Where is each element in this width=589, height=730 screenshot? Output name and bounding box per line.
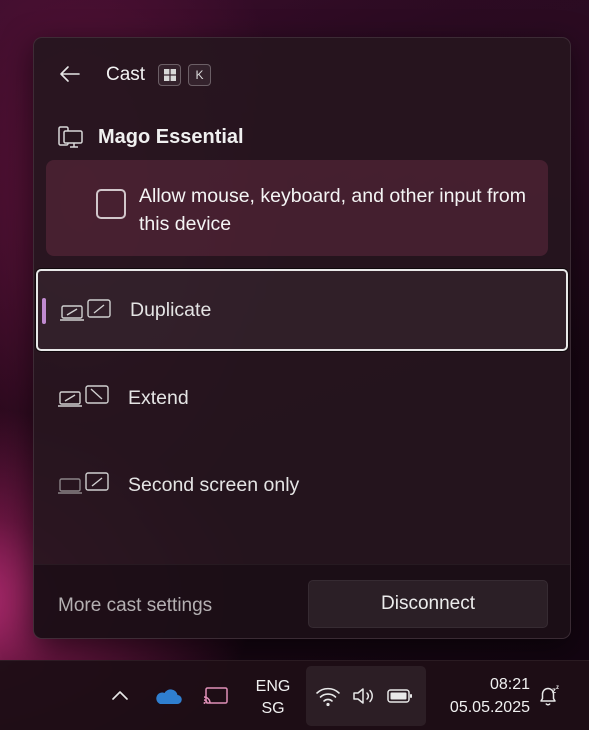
- disconnect-button[interactable]: Disconnect: [308, 580, 548, 628]
- taskbar: ENG SG 08:21 05.05.2025 z z: [0, 660, 589, 730]
- windows-key-badge: [158, 64, 181, 86]
- onedrive-tray-button[interactable]: [152, 682, 184, 710]
- device-row: Mago Essential: [58, 122, 244, 152]
- back-arrow-icon: [60, 66, 80, 82]
- keyboard-region: SG: [261, 700, 285, 717]
- extend-display-icon: [58, 385, 109, 407]
- mode-label: Second screen only: [128, 473, 300, 496]
- show-hidden-icons-button[interactable]: [106, 681, 134, 709]
- flyout-footer: More cast settings Disconnect: [34, 564, 570, 638]
- back-button[interactable]: [56, 60, 84, 88]
- selection-indicator: [42, 298, 46, 324]
- mode-extend[interactable]: Extend: [36, 357, 568, 439]
- notification-center-button[interactable]: z z: [534, 681, 564, 711]
- allow-input-label[interactable]: Allow mouse, keyboard, and other input f…: [139, 182, 539, 238]
- k-key-badge: K: [188, 64, 211, 86]
- battery-icon: [387, 689, 412, 703]
- input-language-indicator[interactable]: ENG SG: [250, 676, 296, 720]
- allow-input-checkbox[interactable]: [96, 189, 126, 219]
- flyout-title: Cast: [106, 64, 146, 85]
- mode-duplicate[interactable]: Duplicate: [36, 269, 568, 351]
- allow-input-card: Allow mouse, keyboard, and other input f…: [46, 160, 548, 256]
- date-text: 05.05.2025: [449, 699, 530, 716]
- cast-tray-button[interactable]: [200, 682, 232, 710]
- clock[interactable]: 08:21 05.05.2025: [430, 673, 530, 719]
- mode-second-screen-only[interactable]: Second screen only: [36, 444, 568, 526]
- flyout-header: Cast K: [34, 38, 570, 112]
- language-code: ENG: [255, 678, 291, 695]
- quick-settings-button[interactable]: [306, 666, 426, 726]
- duplicate-display-icon: [60, 299, 111, 321]
- mode-label: Extend: [128, 386, 189, 409]
- device-icon: [58, 126, 83, 148]
- windows-logo-icon: [163, 69, 176, 81]
- second-screen-only-icon: [58, 472, 109, 494]
- battery-status: [386, 683, 414, 709]
- wifi-status: [314, 683, 342, 709]
- cast-icon: [203, 687, 228, 704]
- device-name: Mago Essential: [98, 125, 244, 148]
- wifi-icon: [316, 687, 340, 707]
- mode-label: Duplicate: [130, 298, 212, 321]
- chevron-up-icon: [112, 691, 128, 700]
- volume-icon: [353, 688, 373, 704]
- notification-bell-icon: z z: [540, 685, 559, 706]
- svg-text:z: z: [556, 685, 559, 691]
- more-cast-settings-link[interactable]: More cast settings: [58, 595, 212, 617]
- volume-status: [350, 683, 378, 709]
- time-text: 08:21: [489, 676, 530, 693]
- onedrive-icon: [156, 689, 182, 705]
- cast-flyout: Cast K Mago Essential Allow mouse, keybo…: [33, 37, 571, 639]
